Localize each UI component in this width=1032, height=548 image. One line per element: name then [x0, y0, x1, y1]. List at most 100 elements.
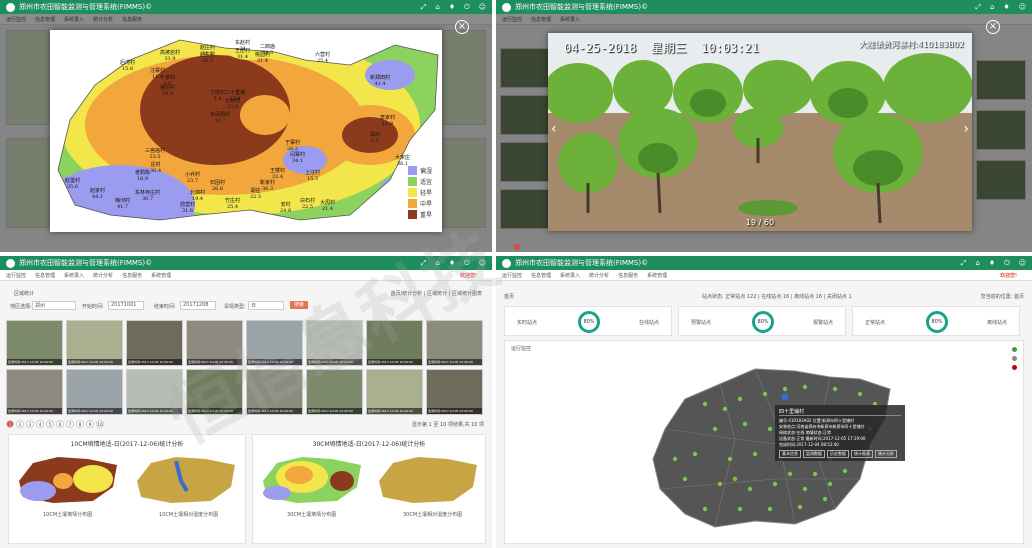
station-marker[interactable] [857, 391, 863, 397]
field-photo[interactable]: 监测时间:2017-10-05 10:00:00 [426, 369, 483, 415]
field-photo[interactable]: 监测时间:2017-10-05 10:00:00 [246, 369, 303, 415]
home-icon[interactable]: ⌂ [975, 259, 979, 267]
field-photo[interactable]: 监测时间:2017-10-05 10:00:00 [6, 320, 63, 366]
popup-action-button[interactable]: 统计分析 [875, 450, 897, 458]
expand-icon[interactable]: ⤢ [975, 3, 981, 12]
popup-action-button[interactable]: 统计图表 [851, 450, 873, 458]
field-photo[interactable]: 监测时间:2017-10-05 10:00:00 [186, 369, 243, 415]
field-photo[interactable]: 监测时间:2017-10-05 10:00:00 [66, 369, 123, 415]
page-button[interactable]: 8 [76, 420, 84, 428]
field-photo[interactable]: 监测时间:2017-10-05 10:00:00 [306, 369, 363, 415]
close-icon[interactable]: × [455, 20, 469, 34]
station-marker[interactable] [767, 426, 773, 432]
station-marker[interactable] [732, 476, 738, 482]
bell-icon[interactable]: ♦ [1003, 3, 1009, 11]
nav-item[interactable]: 信息管理 [35, 272, 55, 279]
page-button[interactable]: 6 [56, 420, 64, 428]
user-avatar[interactable]: ☺ [479, 3, 486, 11]
field-photo[interactable]: 监测时间:2017-10-05 10:00:00 [426, 320, 483, 366]
user-avatar[interactable]: ☺ [479, 259, 486, 267]
station-marker[interactable] [762, 391, 768, 397]
popup-action-button[interactable]: 基本信息 [779, 450, 801, 458]
field-photo[interactable]: 监测时间:2017-10-05 10:00:00 [6, 369, 63, 415]
field-photo[interactable]: 监测时间:2017-10-05 10:00:00 [126, 369, 183, 415]
nav-item[interactable]: 统计分析 [93, 272, 113, 279]
station-marker[interactable] [702, 401, 708, 407]
nav-item[interactable]: 统计分析 [589, 272, 609, 279]
field-photo[interactable]: 监测时间:2017-10-05 10:00:00 [366, 369, 423, 415]
station-marker[interactable] [842, 468, 848, 474]
close-icon[interactable]: × [986, 20, 1000, 34]
pager-dot[interactable] [514, 244, 520, 250]
region-select[interactable]: 郑州 [32, 301, 76, 310]
expand-icon[interactable]: ⤢ [421, 3, 427, 12]
station-marker[interactable] [712, 426, 718, 432]
power-icon[interactable]: ⏻ [1004, 259, 1010, 268]
station-marker[interactable] [832, 386, 838, 392]
station-marker[interactable] [737, 506, 743, 512]
station-marker[interactable] [717, 481, 723, 487]
station-marker[interactable] [752, 451, 758, 457]
popup-action-button[interactable]: 监测数据 [803, 450, 825, 458]
field-photo[interactable]: 监测时间:2017-10-05 10:00:00 [246, 320, 303, 366]
field-photo[interactable]: 监测时间:2017-10-05 10:00:00 [186, 320, 243, 366]
station-marker[interactable] [787, 471, 793, 477]
station-marker[interactable] [722, 406, 728, 412]
station-marker[interactable] [747, 486, 753, 492]
search-button[interactable]: 搜索 [290, 301, 309, 309]
power-icon[interactable]: ⏻ [464, 3, 470, 12]
field-photo[interactable]: 监测时间:2017-10-05 10:00:00 [306, 320, 363, 366]
page-button[interactable]: 7 [66, 420, 74, 428]
home-icon[interactable]: ⌂ [435, 3, 439, 11]
station-marker[interactable] [802, 384, 808, 390]
page-button[interactable]: 5 [46, 420, 54, 428]
expand-icon[interactable]: ⤢ [961, 259, 967, 268]
field-photo[interactable]: 监测时间:2017-10-05 10:00:00 [66, 320, 123, 366]
expand-icon[interactable]: ⤢ [421, 259, 427, 268]
page-button[interactable]: 2 [16, 420, 24, 428]
home-icon[interactable]: ⌂ [435, 259, 439, 267]
page-button[interactable]: 10 [96, 420, 104, 428]
station-marker[interactable] [682, 476, 688, 482]
end-date-input[interactable]: 20171208 [180, 301, 216, 310]
prev-arrow-icon[interactable]: ‹ [551, 121, 557, 137]
nav-item[interactable]: 系统管理 [647, 272, 667, 279]
page-button[interactable]: 1 [6, 420, 14, 428]
nav-item[interactable]: 运行监控 [502, 272, 522, 279]
nav-item[interactable]: 信息管理 [531, 272, 551, 279]
nav-item[interactable]: 系统录入 [64, 272, 84, 279]
bell-icon[interactable]: ♦ [449, 3, 455, 11]
station-marker[interactable] [702, 506, 708, 512]
page-button[interactable]: 4 [36, 420, 44, 428]
field-photo[interactable]: 监测时间:2017-10-05 10:00:00 [366, 320, 423, 366]
station-marker[interactable] [822, 496, 828, 502]
station-marker[interactable] [692, 451, 698, 457]
station-marker[interactable] [737, 396, 743, 402]
station-marker[interactable] [767, 506, 773, 512]
nav-item[interactable]: 信息服务 [122, 272, 142, 279]
power-icon[interactable]: ⏻ [464, 259, 470, 268]
station-marker[interactable] [742, 421, 748, 427]
nav-item[interactable]: 系统管理 [151, 272, 171, 279]
station-marker[interactable] [727, 456, 733, 462]
home-icon[interactable]: ⌂ [990, 3, 994, 11]
page-button[interactable]: 9 [86, 420, 94, 428]
start-date-input[interactable]: 20171001 [108, 301, 144, 310]
page-button[interactable]: 3 [26, 420, 34, 428]
station-marker[interactable] [782, 386, 788, 392]
user-avatar[interactable]: ☺ [1019, 3, 1026, 11]
station-marker[interactable] [812, 471, 818, 477]
type-select[interactable]: 日 [248, 301, 284, 310]
field-photo[interactable]: 监测时间:2017-10-05 10:00:00 [126, 320, 183, 366]
nav-item[interactable]: 系统录入 [560, 272, 580, 279]
nav-item[interactable]: 运行监控 [6, 272, 26, 279]
next-arrow-icon[interactable]: › [963, 121, 969, 137]
selected-station-marker[interactable] [781, 393, 789, 401]
station-marker[interactable] [797, 504, 803, 510]
bell-icon[interactable]: ♦ [449, 259, 455, 267]
user-avatar[interactable]: ☺ [1019, 259, 1026, 267]
nav-item[interactable]: 信息服务 [618, 272, 638, 279]
station-marker[interactable] [827, 481, 833, 487]
station-marker[interactable] [802, 486, 808, 492]
bell-icon[interactable]: ♦ [989, 259, 995, 267]
